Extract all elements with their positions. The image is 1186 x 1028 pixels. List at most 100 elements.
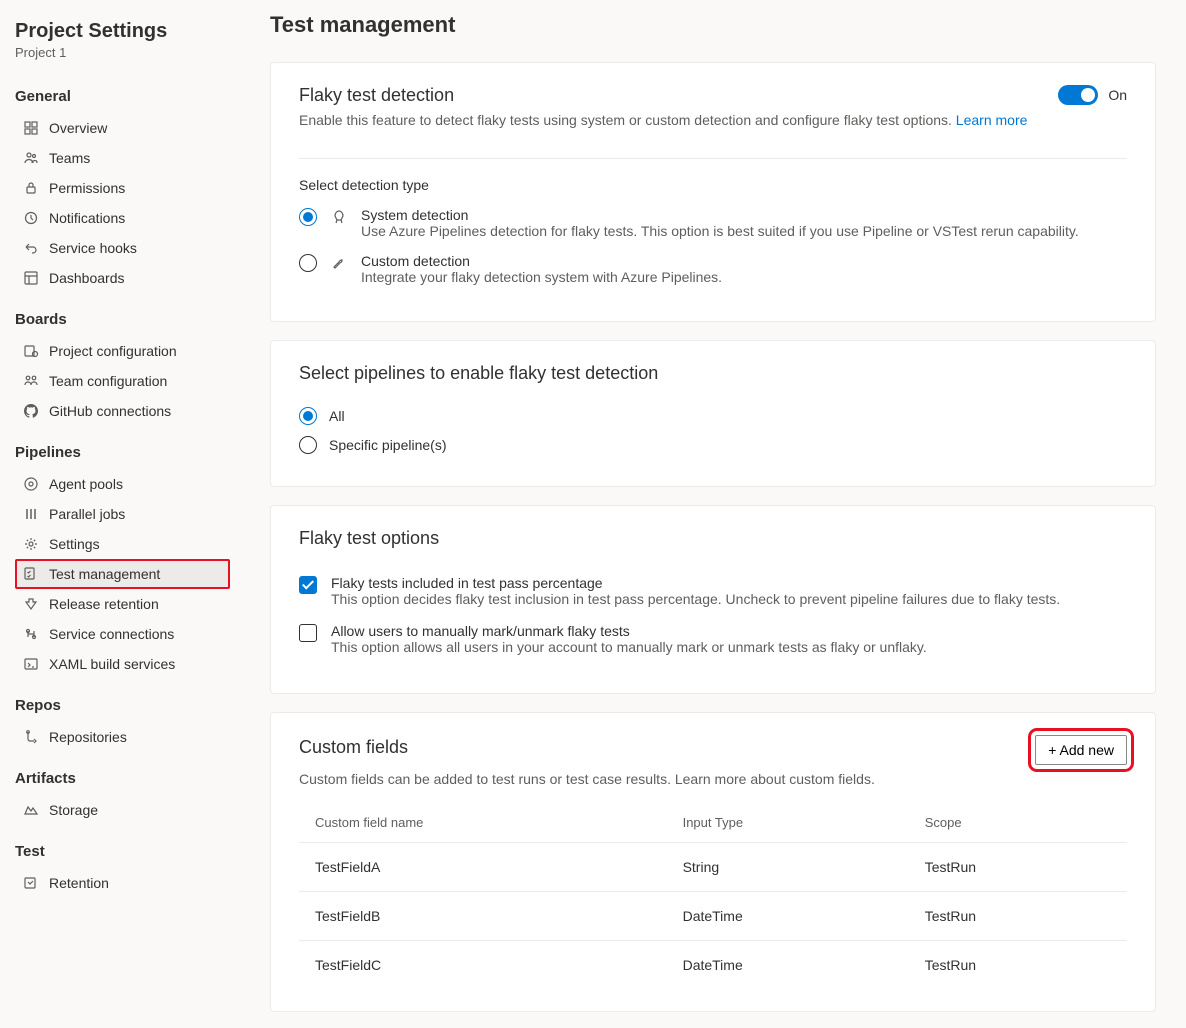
- sidebar-item-notifications[interactable]: Notifications: [15, 203, 230, 233]
- cf-name: TestFieldA: [299, 843, 667, 892]
- detection-option-title: System detection: [361, 207, 1127, 223]
- pipeline-radio[interactable]: [299, 407, 317, 425]
- sidebar-item-project-configuration[interactable]: Project configuration: [15, 336, 230, 366]
- dashboards-icon: [23, 270, 39, 286]
- sidebar-item-parallel-jobs[interactable]: Parallel jobs: [15, 499, 230, 529]
- detection-type-label: Select detection type: [299, 177, 1127, 193]
- sidebar-section-label: Artifacts: [15, 770, 230, 787]
- sidebar-item-xaml-build-services[interactable]: XAML build services: [15, 649, 230, 679]
- sidebar-item-label: Release retention: [49, 596, 159, 612]
- sidebar-item-label: Team configuration: [49, 373, 167, 389]
- sidebar-item-label: Teams: [49, 150, 90, 166]
- sidebar-item-label: Storage: [49, 802, 98, 818]
- main-content: Test management Flaky test detection Ena…: [240, 0, 1186, 1028]
- test-mgmt-icon: [23, 566, 39, 582]
- sidebar-item-label: Dashboards: [49, 270, 125, 286]
- sidebar-item-label: Settings: [49, 536, 100, 552]
- cf-type: String: [667, 843, 909, 892]
- table-row[interactable]: TestFieldAStringTestRun: [299, 843, 1127, 892]
- sidebar-item-label: Repositories: [49, 729, 127, 745]
- cf-scope: TestRun: [909, 843, 1127, 892]
- custom-fields-table: Custom field nameInput TypeScope TestFie…: [299, 803, 1127, 989]
- sidebar-item-label: Parallel jobs: [49, 506, 125, 522]
- flaky-detection-card: Flaky test detection Enable this feature…: [270, 62, 1156, 322]
- table-row[interactable]: TestFieldBDateTimeTestRun: [299, 892, 1127, 941]
- detection-radio[interactable]: [299, 208, 317, 226]
- sidebar-title: Project Settings: [15, 20, 230, 43]
- detection-radio[interactable]: [299, 254, 317, 272]
- settings-icon: [23, 536, 39, 552]
- flaky-toggle[interactable]: [1058, 85, 1098, 105]
- storage-icon: [23, 802, 39, 818]
- sidebar-item-github-connections[interactable]: GitHub connections: [15, 396, 230, 426]
- sidebar-item-label: Notifications: [49, 210, 125, 226]
- sidebar-item-agent-pools[interactable]: Agent pools: [15, 469, 230, 499]
- sidebar-item-label: Retention: [49, 875, 109, 891]
- flaky-title: Flaky test detection: [299, 85, 1058, 106]
- pipeline-option-label: Specific pipeline(s): [329, 437, 447, 453]
- custom-fields-title: Custom fields: [299, 737, 408, 758]
- sidebar-section-label: Test: [15, 843, 230, 860]
- permissions-icon: [23, 180, 39, 196]
- sidebar-item-service-connections[interactable]: Service connections: [15, 619, 230, 649]
- flaky-options-card: Flaky test options Flaky tests included …: [270, 505, 1156, 694]
- xaml-icon: [23, 656, 39, 672]
- add-new-button[interactable]: + Add new: [1035, 735, 1127, 765]
- sidebar-item-service-hooks[interactable]: Service hooks: [15, 233, 230, 263]
- detection-option-desc: Use Azure Pipelines detection for flaky …: [361, 223, 1127, 239]
- rocket-icon: [331, 209, 347, 225]
- option-checkbox[interactable]: [299, 576, 317, 594]
- page-title: Test management: [270, 12, 1156, 38]
- sidebar-item-storage[interactable]: Storage: [15, 795, 230, 825]
- cf-scope: TestRun: [909, 892, 1127, 941]
- sidebar-item-teams[interactable]: Teams: [15, 143, 230, 173]
- pipeline-option-label: All: [329, 408, 345, 424]
- service-conn-icon: [23, 626, 39, 642]
- cf-scope: TestRun: [909, 941, 1127, 990]
- teams-icon: [23, 150, 39, 166]
- sidebar-item-label: Permissions: [49, 180, 125, 196]
- sidebar-item-label: Overview: [49, 120, 107, 136]
- custom-fields-desc: Custom fields can be added to test runs …: [299, 771, 1127, 787]
- pipelines-card: Select pipelines to enable flaky test de…: [270, 340, 1156, 487]
- overview-icon: [23, 120, 39, 136]
- team-config-icon: [23, 373, 39, 389]
- parallel-jobs-icon: [23, 506, 39, 522]
- sidebar-item-overview[interactable]: Overview: [15, 113, 230, 143]
- detection-option-title: Custom detection: [361, 253, 1127, 269]
- cf-type: DateTime: [667, 941, 909, 990]
- custom-fields-card: Custom fields + Add new Custom fields ca…: [270, 712, 1156, 1012]
- option-checkbox[interactable]: [299, 624, 317, 642]
- sidebar-item-permissions[interactable]: Permissions: [15, 173, 230, 203]
- sidebar-subtitle: Project 1: [15, 45, 230, 60]
- detection-option-desc: Integrate your flaky detection system wi…: [361, 269, 1127, 285]
- pipelines-title: Select pipelines to enable flaky test de…: [299, 363, 1127, 384]
- flaky-desc: Enable this feature to detect flaky test…: [299, 112, 1058, 128]
- flaky-toggle-label: On: [1108, 87, 1127, 103]
- cf-name: TestFieldB: [299, 892, 667, 941]
- option-check-desc: This option decides flaky test inclusion…: [331, 591, 1127, 607]
- table-header: Custom field name: [299, 803, 667, 843]
- sidebar-item-label: Project configuration: [49, 343, 177, 359]
- service-hooks-icon: [23, 240, 39, 256]
- sidebar-item-label: XAML build services: [49, 656, 175, 672]
- options-title: Flaky test options: [299, 528, 1127, 549]
- sidebar: Project Settings Project 1 GeneralOvervi…: [0, 0, 240, 1028]
- option-check-title: Flaky tests included in test pass percen…: [331, 575, 1127, 591]
- sidebar-item-label: Service hooks: [49, 240, 137, 256]
- sidebar-item-test-management[interactable]: Test management: [15, 559, 230, 589]
- table-row[interactable]: TestFieldCDateTimeTestRun: [299, 941, 1127, 990]
- sidebar-item-settings[interactable]: Settings: [15, 529, 230, 559]
- sidebar-item-label: Agent pools: [49, 476, 123, 492]
- sidebar-section-label: Repos: [15, 697, 230, 714]
- sidebar-item-retention[interactable]: Retention: [15, 868, 230, 898]
- learn-more-link[interactable]: Learn more: [956, 112, 1028, 128]
- sidebar-section-label: Pipelines: [15, 444, 230, 461]
- sidebar-item-dashboards[interactable]: Dashboards: [15, 263, 230, 293]
- sidebar-item-repositories[interactable]: Repositories: [15, 722, 230, 752]
- wrench-icon: [331, 255, 347, 271]
- pipeline-radio[interactable]: [299, 436, 317, 454]
- sidebar-item-release-retention[interactable]: Release retention: [15, 589, 230, 619]
- sidebar-item-label: GitHub connections: [49, 403, 171, 419]
- sidebar-item-team-configuration[interactable]: Team configuration: [15, 366, 230, 396]
